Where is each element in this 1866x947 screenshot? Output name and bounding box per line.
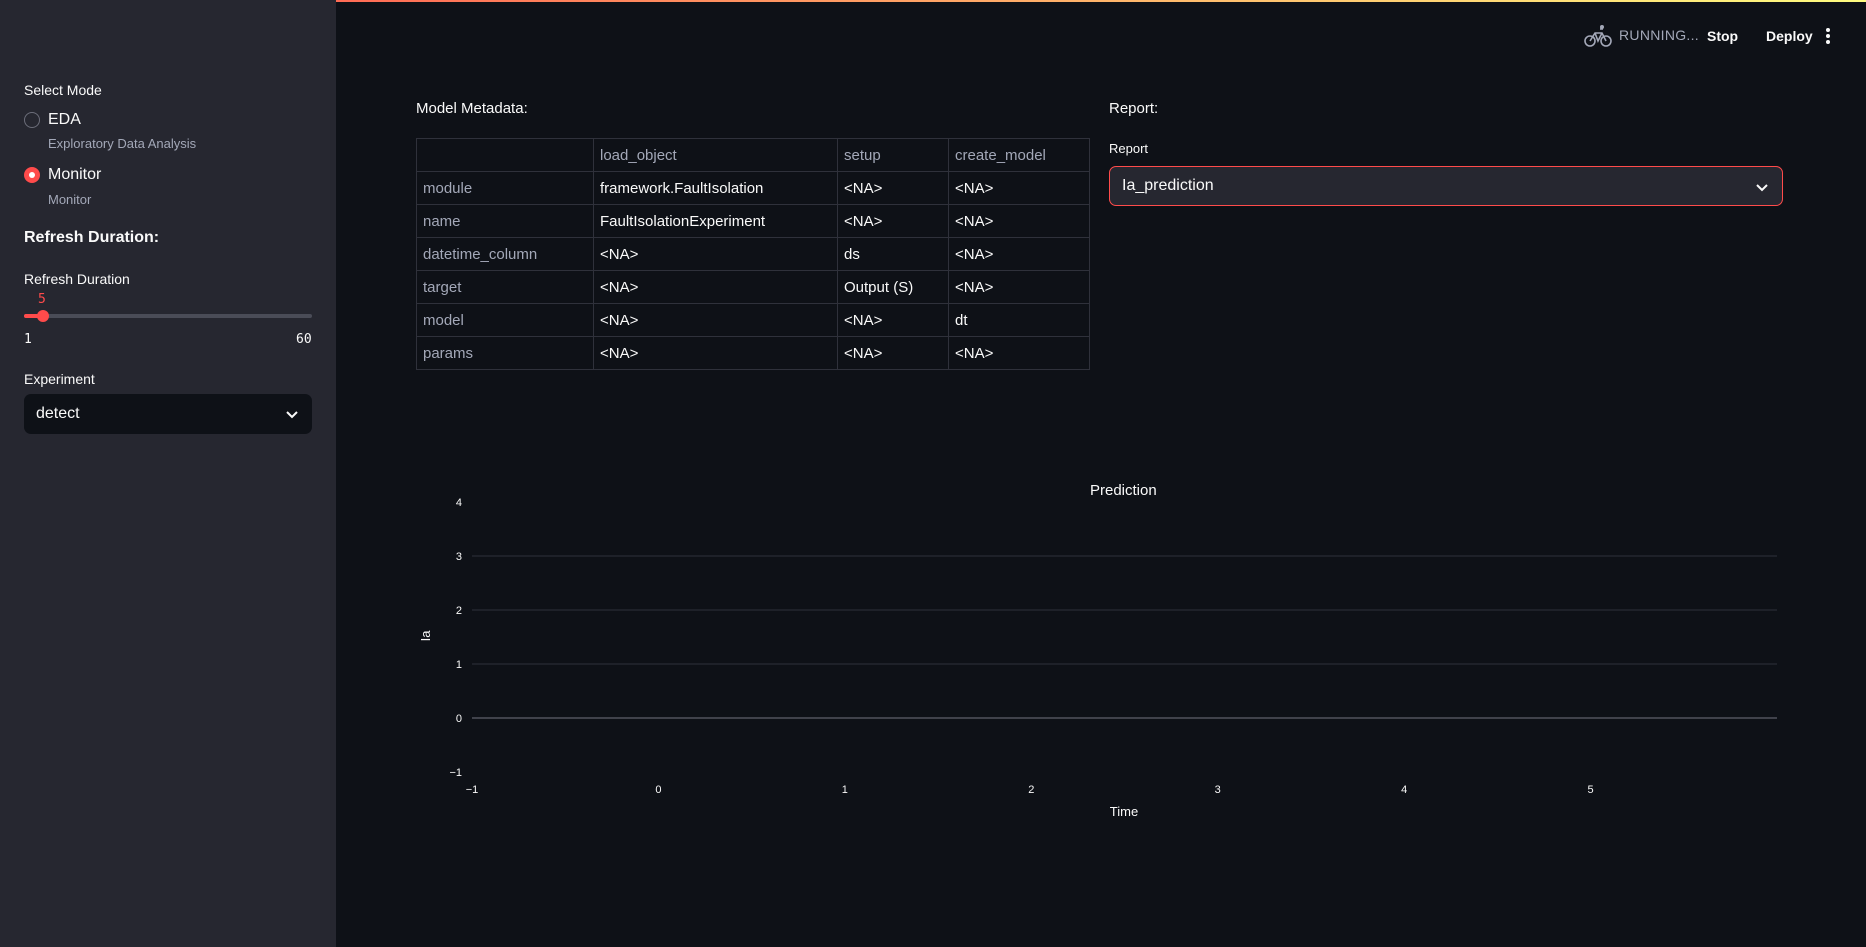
x-tick-label: 0 xyxy=(655,784,661,796)
y-tick-label: 1 xyxy=(456,659,462,671)
x-tick-label: 2 xyxy=(1028,784,1034,796)
chart-x-ticks: −1 0 1 2 3 4 5 xyxy=(466,784,1594,796)
chart-y-axis-title: Ia xyxy=(418,630,433,642)
y-tick-label: 3 xyxy=(456,551,462,563)
x-tick-label: 3 xyxy=(1215,784,1221,796)
chart-x-axis-title: Time xyxy=(1110,804,1138,819)
x-tick-label: 5 xyxy=(1588,784,1594,796)
y-tick-label: −1 xyxy=(449,767,462,779)
chart-y-ticks: 4 3 2 1 0 −1 xyxy=(449,497,462,779)
x-tick-label: 4 xyxy=(1401,784,1407,796)
chart-gridlines xyxy=(472,555,1777,719)
prediction-chart: 4 3 2 1 0 −1 −1 0 1 2 3 4 5 Time Ia xyxy=(418,497,1777,819)
x-tick-label: −1 xyxy=(466,784,479,796)
x-tick-label: 1 xyxy=(842,784,848,796)
y-tick-label: 2 xyxy=(456,605,462,617)
y-tick-label: 4 xyxy=(456,497,462,509)
y-tick-label: 0 xyxy=(456,713,462,725)
